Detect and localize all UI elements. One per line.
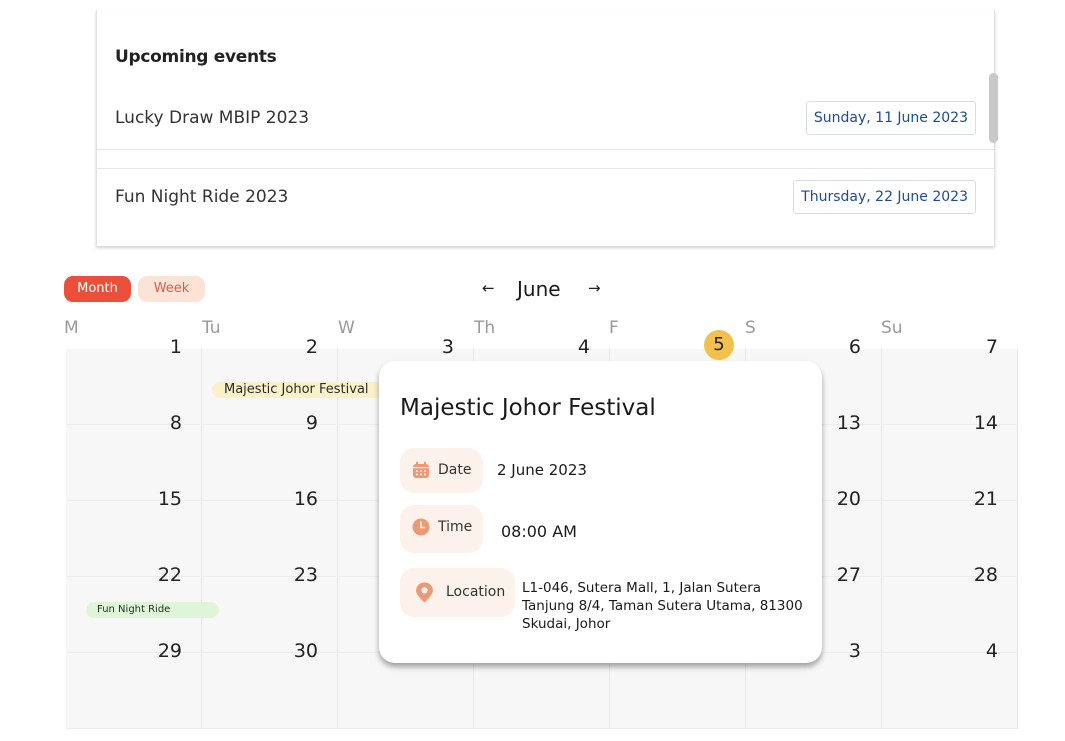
event-date-badge: Thursday, 22 June 2023 — [793, 180, 976, 214]
day-number[interactable]: 15 — [142, 488, 182, 510]
day-number[interactable]: 9 — [278, 412, 318, 434]
day-number[interactable]: 23 — [278, 564, 318, 586]
time-label: Time — [438, 519, 473, 535]
month-view-button[interactable]: Month — [64, 276, 131, 302]
day-number[interactable]: 3 — [414, 336, 454, 358]
upcoming-events-card: Upcoming events Lucky Draw MBIP 2023 Sun… — [96, 10, 998, 246]
day-number[interactable]: 6 — [821, 336, 861, 358]
day-number[interactable]: 1 — [142, 336, 182, 358]
scrollbar-thumb[interactable] — [989, 73, 998, 143]
grid-divider — [66, 728, 1018, 729]
day-number[interactable]: 16 — [278, 488, 318, 510]
day-number[interactable]: 20 — [821, 488, 861, 510]
event-details-popup: Majestic Johor Festival Date 2 June 2023… — [379, 361, 822, 663]
popup-title: Majestic Johor Festival — [400, 395, 656, 421]
event-row[interactable]: Fun Night Ride 2023 Thursday, 22 June 20… — [97, 168, 994, 228]
event-location-value: L1-046, Sutera Mall, 1, Jalan Sutera Tan… — [522, 580, 803, 632]
next-month-arrow-icon[interactable]: → — [588, 279, 601, 297]
upcoming-events-heading: Upcoming events — [115, 47, 277, 67]
day-number[interactable]: 14 — [958, 412, 998, 434]
day-number[interactable]: 4 — [958, 640, 998, 662]
week-view-button[interactable]: Week — [138, 276, 205, 302]
day-number[interactable]: 22 — [142, 564, 182, 586]
weekday-header: Tu — [202, 318, 221, 338]
grid-divider — [881, 349, 882, 729]
day-number[interactable]: 30 — [278, 640, 318, 662]
event-time-value: 08:00 AM — [501, 522, 577, 541]
location-pin-icon — [416, 582, 433, 603]
weekday-header: Th — [474, 318, 496, 338]
weekday-header: Su — [881, 318, 903, 338]
day-number[interactable]: 3 — [821, 640, 861, 662]
event-name: Lucky Draw MBIP 2023 — [115, 108, 310, 128]
day-number[interactable]: 27 — [821, 564, 861, 586]
location-label-pill: Location — [400, 568, 515, 617]
calendar-event-chip[interactable]: Majestic Johor Festival — [212, 382, 382, 398]
date-label: Date — [438, 462, 472, 478]
today-day-number[interactable]: 5 — [704, 330, 734, 360]
grid-divider — [337, 349, 338, 729]
grid-divider — [201, 349, 202, 729]
event-date-badge: Sunday, 11 June 2023 — [805, 101, 976, 135]
time-label-pill: Time — [400, 505, 483, 553]
day-number[interactable]: 21 — [958, 488, 998, 510]
prev-month-arrow-icon[interactable]: ← — [482, 279, 495, 297]
day-number[interactable]: 29 — [142, 640, 182, 662]
day-number[interactable]: 8 — [142, 412, 182, 434]
location-label: Location — [446, 584, 506, 600]
weekday-header: W — [338, 318, 355, 338]
event-row[interactable]: Lucky Draw MBIP 2023 Sunday, 11 June 202… — [97, 90, 994, 150]
event-date-value: 2 June 2023 — [497, 461, 587, 479]
weekday-header: F — [609, 318, 619, 338]
weekday-header: S — [745, 318, 756, 338]
calendar-icon — [413, 461, 429, 478]
clock-icon — [412, 518, 430, 536]
day-number[interactable]: 28 — [958, 564, 998, 586]
calendar-event-chip[interactable]: Fun Night Ride — [86, 602, 219, 618]
event-name: Fun Night Ride 2023 — [115, 187, 289, 207]
weekday-header: M — [64, 318, 79, 338]
day-number[interactable]: 13 — [821, 412, 861, 434]
date-label-pill: Date — [400, 448, 483, 493]
month-title: June — [517, 277, 561, 301]
day-number[interactable]: 2 — [278, 336, 318, 358]
day-number[interactable]: 7 — [958, 336, 998, 358]
day-number[interactable]: 4 — [550, 336, 590, 358]
grid-divider — [1017, 349, 1018, 729]
